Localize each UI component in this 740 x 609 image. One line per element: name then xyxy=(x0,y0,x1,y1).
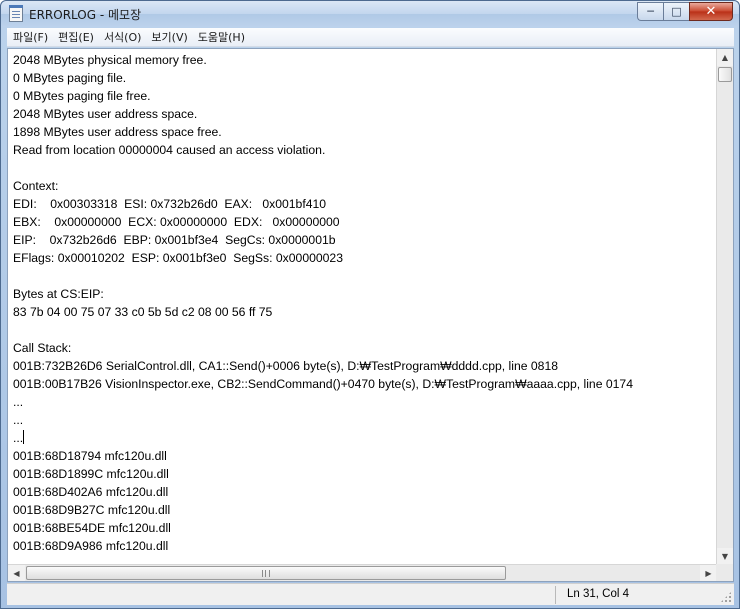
vertical-scrollbar[interactable]: ▲ ▼ xyxy=(716,49,733,565)
text-line: Call Stack: xyxy=(13,341,72,355)
menu-file[interactable]: 파일(F) xyxy=(9,28,52,47)
status-divider xyxy=(555,586,556,604)
text-line: 001B:68D1899C mfc120u.dll xyxy=(13,467,169,481)
arrow-right-icon: ▶ xyxy=(705,568,712,578)
resize-grip-icon[interactable] xyxy=(720,591,732,603)
text-line: Context: xyxy=(13,179,59,193)
document-text[interactable]: 2048 MBytes physical memory free. 0 MByte… xyxy=(13,51,713,565)
maximize-icon: □ xyxy=(671,5,682,18)
text-line: 001B:68BE54DE mfc120u.dll xyxy=(13,521,171,535)
grip-icon xyxy=(262,569,270,577)
close-icon: ✕ xyxy=(705,4,717,19)
text-line: Bytes at CS:EIP: xyxy=(13,287,104,301)
text-caret xyxy=(23,430,25,444)
scroll-right-button[interactable]: ▶ xyxy=(700,565,717,581)
text-line: 0 MBytes paging file. xyxy=(13,71,127,85)
scrollbar-corner xyxy=(716,564,733,581)
horizontal-scroll-thumb[interactable] xyxy=(26,566,506,580)
text-line: 001B:732B26D6 SerialControl.dll, CA1::Se… xyxy=(13,359,558,373)
text-line: EBX: 0x00000000 ECX: 0x00000000 EDX: 0x0… xyxy=(13,215,340,229)
text-line xyxy=(13,267,713,285)
arrow-up-icon: ▲ xyxy=(721,53,729,62)
text-line: EFlags: 0x00010202 ESP: 0x001bf3e0 SegSs… xyxy=(13,251,343,265)
text-line: 001B:68D402A6 mfc120u.dll xyxy=(13,485,169,499)
title-bar[interactable]: ERRORLOG - 메모장 ─ □ ✕ xyxy=(1,1,739,27)
text-line xyxy=(13,159,713,177)
text-line: ... xyxy=(13,430,25,445)
arrow-down-icon: ▼ xyxy=(721,552,729,561)
text-line: 001B:68D9A986 mfc120u.dll xyxy=(13,539,169,553)
scroll-down-button[interactable]: ▼ xyxy=(717,548,733,565)
cursor-position: Ln 31, Col 4 xyxy=(567,588,630,600)
minimize-button[interactable]: ─ xyxy=(637,2,663,21)
text-editor[interactable]: 2048 MBytes physical memory free. 0 MByte… xyxy=(7,48,734,582)
status-bar: Ln 31, Col 4 xyxy=(7,583,734,605)
notepad-icon[interactable] xyxy=(9,5,23,22)
caption-buttons: ─ □ ✕ xyxy=(637,2,733,21)
close-button[interactable]: ✕ xyxy=(689,2,733,21)
text-line: ... xyxy=(13,395,24,409)
menu-edit[interactable]: 편집(E) xyxy=(54,28,98,47)
text-line: 2048 MBytes physical memory free. xyxy=(13,53,207,67)
menu-bar: 파일(F) 편집(E) 서식(O) 보기(V) 도움말(H) xyxy=(7,28,734,47)
text-line: 83 7b 04 00 75 07 33 c0 5b 5d c2 08 00 5… xyxy=(13,305,273,319)
scroll-left-button[interactable]: ◀ xyxy=(8,565,25,581)
menu-format[interactable]: 서식(O) xyxy=(100,28,145,47)
menu-help[interactable]: 도움말(H) xyxy=(194,28,249,47)
maximize-button[interactable]: □ xyxy=(663,2,689,21)
text-line xyxy=(13,321,713,339)
text-line: 001B:68D9B27C mfc120u.dll xyxy=(13,503,171,517)
menu-view[interactable]: 보기(V) xyxy=(147,28,191,47)
notepad-window: ERRORLOG - 메모장 ─ □ ✕ 파일(F) 편집(E) 서식(O) 보… xyxy=(0,0,740,609)
text-line: 001B:68D18794 mfc120u.dll xyxy=(13,449,167,463)
horizontal-scrollbar[interactable]: ◀ ▶ xyxy=(8,564,717,581)
vertical-scroll-thumb[interactable] xyxy=(718,67,732,82)
text-line: 2048 MBytes user address space. xyxy=(13,107,198,121)
text-line: 001B:00B17B26 VisionInspector.exe, CB2::… xyxy=(13,377,633,391)
text-line: ... xyxy=(13,413,24,427)
text-line: EDI: 0x00303318 ESI: 0x732b26d0 EAX: 0x0… xyxy=(13,197,327,211)
text-line: 1898 MBytes user address space free. xyxy=(13,125,222,139)
arrow-left-icon: ◀ xyxy=(13,568,20,578)
scroll-up-button[interactable]: ▲ xyxy=(717,49,733,66)
minimize-icon: ─ xyxy=(647,5,654,18)
text-line: Read from location 00000004 caused an ac… xyxy=(13,143,326,157)
text-line: 0 MBytes paging file free. xyxy=(13,89,151,103)
text-line: EIP: 0x732b26d6 EBP: 0x001bf3e4 SegCs: 0… xyxy=(13,233,336,247)
window-title: ERRORLOG - 메모장 xyxy=(29,8,142,22)
